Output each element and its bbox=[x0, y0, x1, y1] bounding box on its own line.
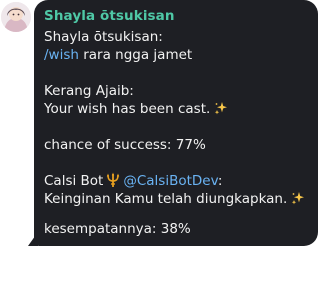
bot2-name: Calsi Bot bbox=[44, 173, 104, 189]
bot1-chance: chance of success: 77% bbox=[44, 137, 206, 153]
sparkles-icon bbox=[291, 191, 305, 210]
bot2-chance: kesempatannya: 38% bbox=[44, 221, 191, 237]
user-avatar-icon bbox=[1, 2, 31, 32]
avatar[interactable] bbox=[1, 2, 31, 32]
bot2-handle-suffix: : bbox=[217, 173, 223, 189]
bot2-reply-line: Keinginan Kamu telah diungkapkan. bbox=[44, 190, 305, 210]
bot1-name: Kerang Ajaib: bbox=[44, 83, 134, 99]
bot1-reply-line: Your wish has been cast. bbox=[44, 100, 228, 120]
bot2-handle-link[interactable]: @CalsiBotDev bbox=[123, 173, 218, 189]
wish-command-line: /wish rara ngga jamet bbox=[44, 46, 192, 64]
quote-author: Shayla ōtsukisan: bbox=[44, 29, 163, 45]
message-bubble[interactable]: Shayla ōtsukisan Shayla ōtsukisan: /wish… bbox=[34, 0, 318, 246]
command-link[interactable]: /wish bbox=[44, 47, 79, 63]
command-args: rara ngga jamet bbox=[78, 47, 193, 63]
bot2-reply: Keinginan Kamu telah diungkapkan. bbox=[44, 191, 288, 207]
sender-name[interactable]: Shayla ōtsukisan bbox=[44, 8, 175, 24]
sparkles-icon bbox=[214, 101, 228, 120]
bot1-reply: Your wish has been cast. bbox=[44, 101, 211, 117]
